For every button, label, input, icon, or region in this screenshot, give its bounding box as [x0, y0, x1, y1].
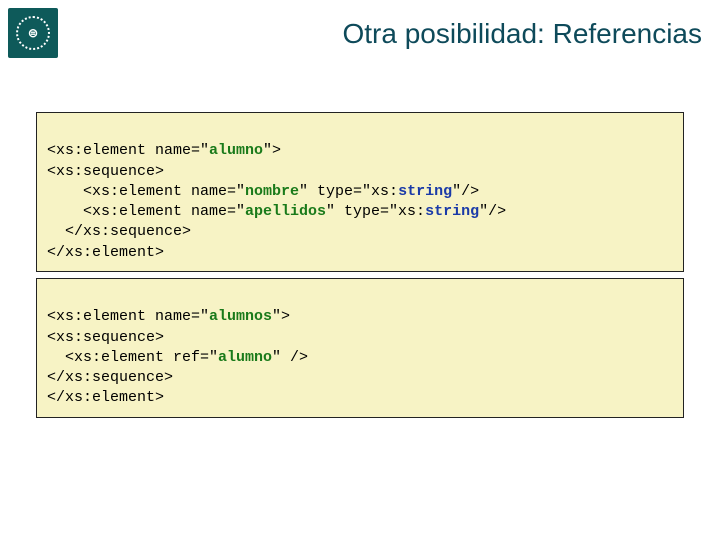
code-string: apellidos: [245, 203, 326, 220]
code-text: "/>: [479, 203, 506, 220]
code-type: string: [398, 183, 452, 200]
code-text: " type="xs:: [299, 183, 398, 200]
code-text: "/>: [452, 183, 479, 200]
code-text: <xs:sequence>: [47, 163, 164, 180]
code-block-1: <xs:element name="alumno"> <xs:sequence>…: [36, 112, 684, 272]
logo-glyph: ⊜: [16, 16, 50, 50]
code-text: <xs:element name=": [83, 203, 245, 220]
code-text: ">: [263, 142, 281, 159]
code-text: <xs:element name=": [83, 183, 245, 200]
code-block-2: <xs:element name="alumnos"> <xs:sequence…: [36, 278, 684, 418]
code-text: </xs:element>: [47, 389, 164, 406]
code-string: alumno: [218, 349, 272, 366]
code-text: " />: [272, 349, 308, 366]
institution-logo: ⊜: [8, 8, 58, 58]
code-text: <xs:element name=": [47, 142, 209, 159]
code-string: nombre: [245, 183, 299, 200]
code-text: <xs:element name=": [47, 308, 209, 325]
code-string: alumnos: [209, 308, 272, 325]
code-string: alumno: [209, 142, 263, 159]
code-text: </xs:sequence>: [47, 369, 173, 386]
code-text: </xs:element>: [47, 244, 164, 261]
slide-title: Otra posibilidad: Referencias: [342, 18, 702, 50]
code-text: </xs:sequence>: [65, 223, 191, 240]
code-text: <xs:sequence>: [47, 329, 164, 346]
code-text: ">: [272, 308, 290, 325]
code-text: " type="xs:: [326, 203, 425, 220]
code-text: <xs:element ref=": [65, 349, 218, 366]
code-type: string: [425, 203, 479, 220]
